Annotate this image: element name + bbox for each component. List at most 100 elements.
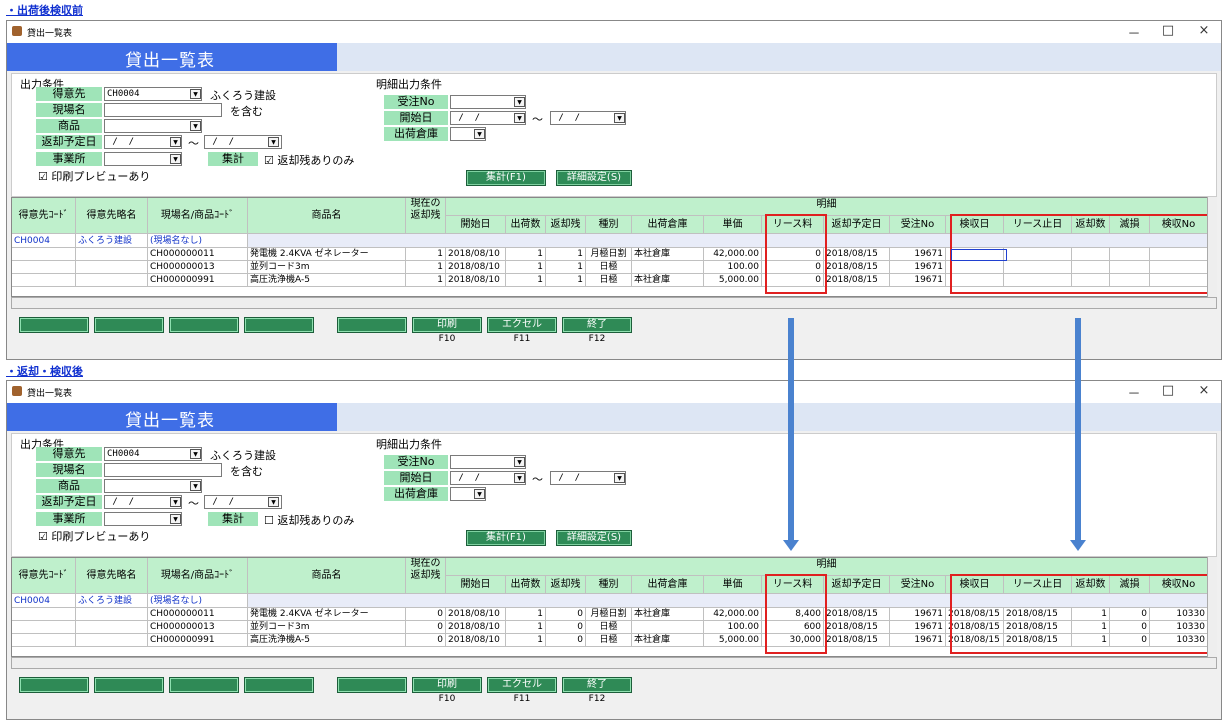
cell-code[interactable]: CH000000013 — [148, 621, 248, 634]
detail-settings-button[interactable]: 詳細設定(S) — [556, 170, 632, 186]
cell-order[interactable]: 19671 — [890, 248, 946, 261]
cell-name[interactable]: 並列コード3m — [248, 261, 406, 274]
chevron-down-icon[interactable]: ▼ — [190, 449, 201, 459]
cell-order[interactable]: 19671 — [890, 261, 946, 274]
print-preview-checkbox[interactable]: ☑ 印刷プレビューあり — [38, 528, 150, 544]
cell-price[interactable]: 5,000.00 — [704, 274, 762, 287]
cell-kind[interactable]: 月極日割 — [586, 608, 632, 621]
function-key-button[interactable] — [337, 677, 407, 693]
aggregate-button[interactable]: 集計(F1) — [466, 170, 546, 186]
cell-ret[interactable]: 0 — [546, 634, 586, 647]
cell-kind[interactable]: 日極 — [586, 634, 632, 647]
cell-order[interactable]: 19671 — [890, 274, 946, 287]
function-key-button[interactable] — [94, 677, 164, 693]
cell-start[interactable]: 2018/08/10 — [446, 634, 506, 647]
horizontal-scrollbar[interactable] — [11, 297, 1217, 309]
print-preview-checkbox[interactable]: ☑ 印刷プレビューあり — [38, 168, 150, 184]
cell-due[interactable]: 2018/08/15 — [824, 261, 890, 274]
cell-empty[interactable] — [12, 634, 76, 647]
cell-empty[interactable] — [76, 261, 148, 274]
cell-ship[interactable]: 1 — [506, 274, 546, 287]
cell-remain[interactable]: 0 — [406, 621, 446, 634]
remaining-only-checkbox[interactable]: ☐ 返却残ありのみ — [264, 512, 354, 528]
chevron-down-icon[interactable]: ▼ — [170, 514, 181, 524]
cell-code[interactable]: CH000000991 — [148, 274, 248, 287]
cell-price[interactable]: 42,000.00 — [704, 248, 762, 261]
close-button[interactable]: × — [1189, 23, 1219, 38]
function-key-button[interactable] — [169, 317, 239, 333]
cell-remain[interactable]: 1 — [406, 274, 446, 287]
cell-order[interactable]: 19671 — [890, 608, 946, 621]
cell-start[interactable]: 2018/08/10 — [446, 621, 506, 634]
vertical-scrollbar[interactable] — [1207, 557, 1217, 657]
customer-code-select[interactable]: CH0004 — [104, 447, 202, 461]
cell-empty[interactable] — [76, 634, 148, 647]
cell-empty[interactable] — [12, 248, 76, 261]
cell-ship[interactable]: 1 — [506, 621, 546, 634]
cell-wh[interactable]: 本社倉庫 — [632, 634, 704, 647]
cell-ret[interactable]: 1 — [546, 248, 586, 261]
chevron-down-icon[interactable]: ▼ — [514, 473, 525, 483]
chevron-down-icon[interactable]: ▼ — [170, 137, 181, 147]
horizontal-scrollbar[interactable] — [11, 657, 1217, 669]
cell-empty[interactable] — [12, 274, 76, 287]
cell-due[interactable]: 2018/08/15 — [824, 621, 890, 634]
cell-price[interactable]: 100.00 — [704, 261, 762, 274]
chevron-down-icon[interactable]: ▼ — [268, 497, 279, 507]
cell-kind[interactable]: 日極 — [586, 621, 632, 634]
cell-start[interactable]: 2018/08/10 — [446, 248, 506, 261]
chevron-down-icon[interactable]: ▼ — [190, 121, 201, 131]
cell-empty[interactable] — [12, 608, 76, 621]
excel-button[interactable]: エクセル — [487, 677, 557, 693]
site-name-input[interactable] — [104, 463, 222, 477]
cell-wh[interactable]: 本社倉庫 — [632, 608, 704, 621]
cell-wh[interactable] — [632, 621, 704, 634]
cell-ship[interactable]: 1 — [506, 634, 546, 647]
detail-settings-button[interactable]: 詳細設定(S) — [556, 530, 632, 546]
exit-button[interactable]: 終了 — [562, 317, 632, 333]
cell-empty[interactable] — [12, 261, 76, 274]
vertical-scrollbar[interactable] — [1207, 197, 1217, 297]
cell-code[interactable]: CH000000991 — [148, 634, 248, 647]
cell-ret[interactable]: 1 — [546, 261, 586, 274]
cell-name[interactable]: 高圧洗浄機A-5 — [248, 634, 406, 647]
cell-ret[interactable]: 0 — [546, 621, 586, 634]
close-button[interactable]: × — [1189, 383, 1219, 398]
cell-empty[interactable] — [76, 274, 148, 287]
chevron-down-icon[interactable]: ▼ — [514, 97, 525, 107]
cell-remain[interactable]: 1 — [406, 248, 446, 261]
product-select[interactable] — [104, 119, 202, 133]
chevron-down-icon[interactable]: ▼ — [514, 113, 525, 123]
cell-due[interactable]: 2018/08/15 — [824, 634, 890, 647]
cell-code[interactable]: CH000000013 — [148, 261, 248, 274]
cell-name[interactable]: 並列コード3m — [248, 621, 406, 634]
cell-empty[interactable] — [76, 608, 148, 621]
cell-remain[interactable]: 1 — [406, 261, 446, 274]
cell-ret[interactable]: 1 — [546, 274, 586, 287]
site-name-cell[interactable]: (現場名なし) — [148, 234, 248, 248]
remaining-only-checkbox[interactable]: ☑ 返却残ありのみ — [264, 152, 354, 168]
cell-start[interactable]: 2018/08/10 — [446, 274, 506, 287]
cell-kind[interactable]: 日極 — [586, 261, 632, 274]
customer-code-select[interactable]: CH0004 — [104, 87, 202, 101]
cell-remain[interactable]: 0 — [406, 634, 446, 647]
maximize-button[interactable]: □ — [1153, 383, 1183, 398]
chevron-down-icon[interactable]: ▼ — [190, 481, 201, 491]
function-key-button[interactable] — [244, 677, 314, 693]
cell-empty[interactable] — [76, 621, 148, 634]
chevron-down-icon[interactable]: ▼ — [268, 137, 279, 147]
cell-start[interactable]: 2018/08/10 — [446, 608, 506, 621]
cell-due[interactable]: 2018/08/15 — [824, 274, 890, 287]
cell-code[interactable]: CH000000011 — [148, 608, 248, 621]
exit-button[interactable]: 終了 — [562, 677, 632, 693]
function-key-button[interactable] — [244, 317, 314, 333]
cell-due[interactable]: 2018/08/15 — [824, 248, 890, 261]
chevron-down-icon[interactable]: ▼ — [170, 154, 181, 164]
product-select[interactable] — [104, 479, 202, 493]
cell-ship[interactable]: 1 — [506, 248, 546, 261]
cell-kind[interactable]: 月極日割 — [586, 248, 632, 261]
function-key-button[interactable] — [19, 317, 89, 333]
print-button[interactable]: 印刷 — [412, 677, 482, 693]
cell-name[interactable]: 発電機 2.4KVA ゼネレーター — [248, 248, 406, 261]
minimize-button[interactable]: － — [1119, 23, 1149, 42]
